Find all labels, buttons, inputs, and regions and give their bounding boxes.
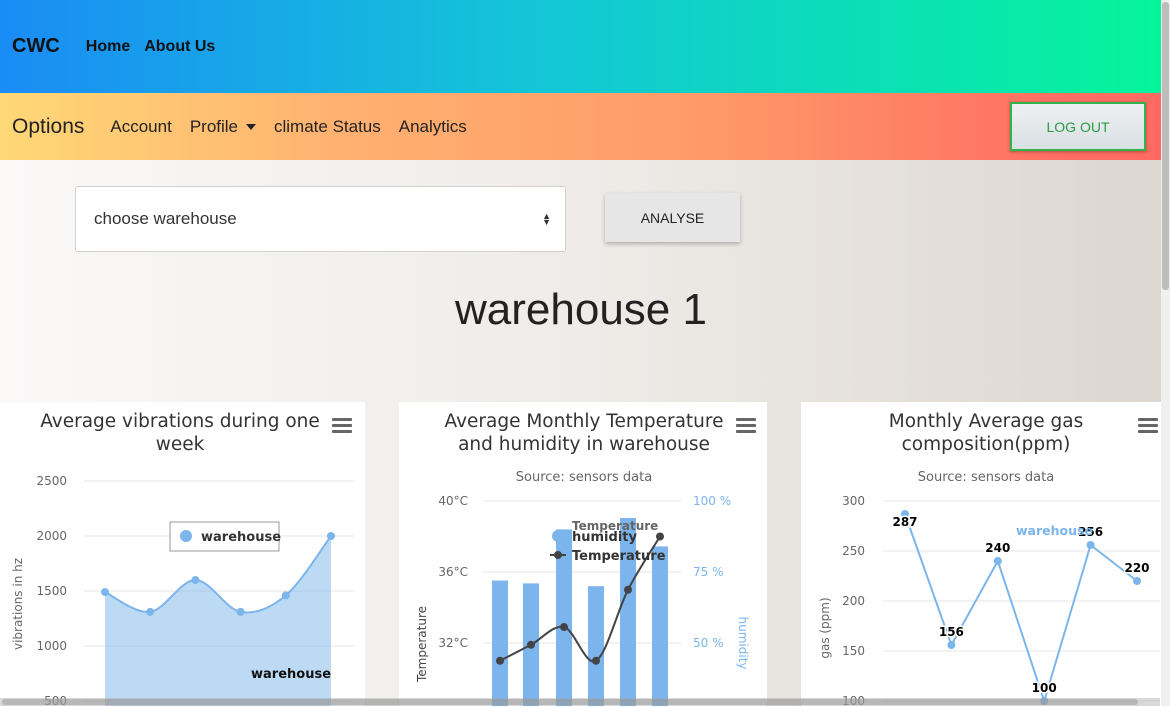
options-title: Options <box>12 114 85 138</box>
y-tick-label: 200 <box>842 594 865 608</box>
y-tick-label: 300 <box>842 494 865 508</box>
y-right-tick-label: 75 % <box>693 565 724 579</box>
legend-label: humidity <box>572 530 637 545</box>
analyse-button[interactable]: ANALYSE <box>605 193 740 242</box>
legend-label: warehouse <box>1016 523 1093 538</box>
gas-chart: Source: sensors data 300 250 200 150 100 gas (… <box>818 470 1160 706</box>
nav-analytics-link[interactable]: Analytics <box>399 117 467 137</box>
bar <box>620 518 636 706</box>
chart-subtitle: Source: sensors data <box>918 470 1054 485</box>
data-point <box>1133 577 1141 585</box>
series-label: warehouse <box>251 667 331 682</box>
select-arrows-icon: ▲ ▼ <box>542 211 551 227</box>
bar <box>652 546 668 706</box>
data-point <box>191 576 200 584</box>
brand-logo[interactable]: CWC <box>12 35 60 58</box>
legend-label: warehouse <box>201 530 281 545</box>
data-point <box>624 585 632 594</box>
data-label: 100 <box>1032 681 1057 695</box>
y-tick-label: 32°C <box>438 636 468 650</box>
legend-symbol <box>554 551 562 559</box>
data-point <box>496 656 504 665</box>
data-point <box>327 532 335 540</box>
y-tick-label: 250 <box>842 544 865 558</box>
y-tick-label: 2000 <box>36 529 67 543</box>
logout-button[interactable]: LOG OUT <box>1010 102 1146 151</box>
chart-card-gas: Monthly Average gas composition(ppm) Sou… <box>801 402 1170 706</box>
data-point <box>993 557 1002 565</box>
chart-card-temperature: Average Monthly Temperature and humidity… <box>399 402 767 706</box>
y-right-tick-label: 100 % <box>693 494 731 508</box>
y-axis-title: vibrations in hz <box>11 558 25 650</box>
y-axis-title: gas (ppm) <box>818 597 832 658</box>
y-tick-label: 1000 <box>36 639 67 653</box>
y-tick-label: 36°C <box>438 565 468 579</box>
y-tick-label: 2500 <box>36 474 67 488</box>
legend-label: Temperature <box>572 549 666 564</box>
data-label: 220 <box>1124 561 1149 575</box>
vertical-scrollbar-thumb[interactable] <box>1162 2 1169 290</box>
series-line <box>904 513 1138 705</box>
data-label: 156 <box>939 625 964 639</box>
y-tick-label: 1500 <box>36 584 67 598</box>
y-right-tick-label: 50 % <box>693 636 724 650</box>
bar <box>492 580 508 706</box>
nav-profile-dropdown[interactable]: Profile <box>190 117 256 137</box>
horizontal-scrollbar-thumb[interactable] <box>2 699 1138 705</box>
y-tick-label: 150 <box>842 644 865 658</box>
legend-symbol <box>180 530 192 542</box>
y-tick-label: 40°C <box>438 494 468 508</box>
data-point <box>281 591 290 600</box>
data-point <box>592 656 600 665</box>
nav-home-link[interactable]: Home <box>86 38 130 56</box>
warehouse-select[interactable]: choose warehouse ▲ ▼ <box>75 186 566 252</box>
data-point <box>560 623 568 632</box>
warehouse-select-value: choose warehouse <box>94 209 237 228</box>
chart-card-vibrations: Average vibrations during one week 2500 2… <box>0 402 365 706</box>
data-label: 240 <box>985 541 1010 555</box>
data-point <box>656 532 664 541</box>
horizontal-scrollbar[interactable] <box>0 698 1160 706</box>
profile-label: Profile <box>189 116 238 136</box>
nav-account-link[interactable]: Account <box>110 117 171 137</box>
page-title: warehouse 1 <box>455 285 707 334</box>
y-axis-title: Temperature <box>415 606 429 683</box>
data-point <box>236 607 245 616</box>
data-label: 287 <box>892 515 917 529</box>
vertical-scrollbar[interactable] <box>1161 0 1170 706</box>
data-point <box>146 607 155 616</box>
top-navbar: CWC Home About Us <box>0 0 1170 93</box>
data-point <box>1086 541 1095 549</box>
vibrations-chart: 2500200015001000500vibrations in hzwareh… <box>11 474 354 706</box>
data-point <box>947 641 956 649</box>
temperature-chart: Source: sensors data 40°C 36°C 32°C 100 % 75 … <box>415 470 750 706</box>
data-point <box>101 588 109 597</box>
nav-about-link[interactable]: About Us <box>144 38 215 56</box>
bar <box>588 586 604 706</box>
chevron-down-icon <box>246 123 256 130</box>
legend-symbol <box>552 530 564 542</box>
nav-climate-status-link[interactable]: climate Status <box>274 117 381 137</box>
options-bar: Options Account Profile climate Status A… <box>0 93 1170 160</box>
data-point <box>527 640 535 649</box>
chart-subtitle: Source: sensors data <box>516 470 652 485</box>
y-right-axis-title: humidity <box>736 617 750 670</box>
